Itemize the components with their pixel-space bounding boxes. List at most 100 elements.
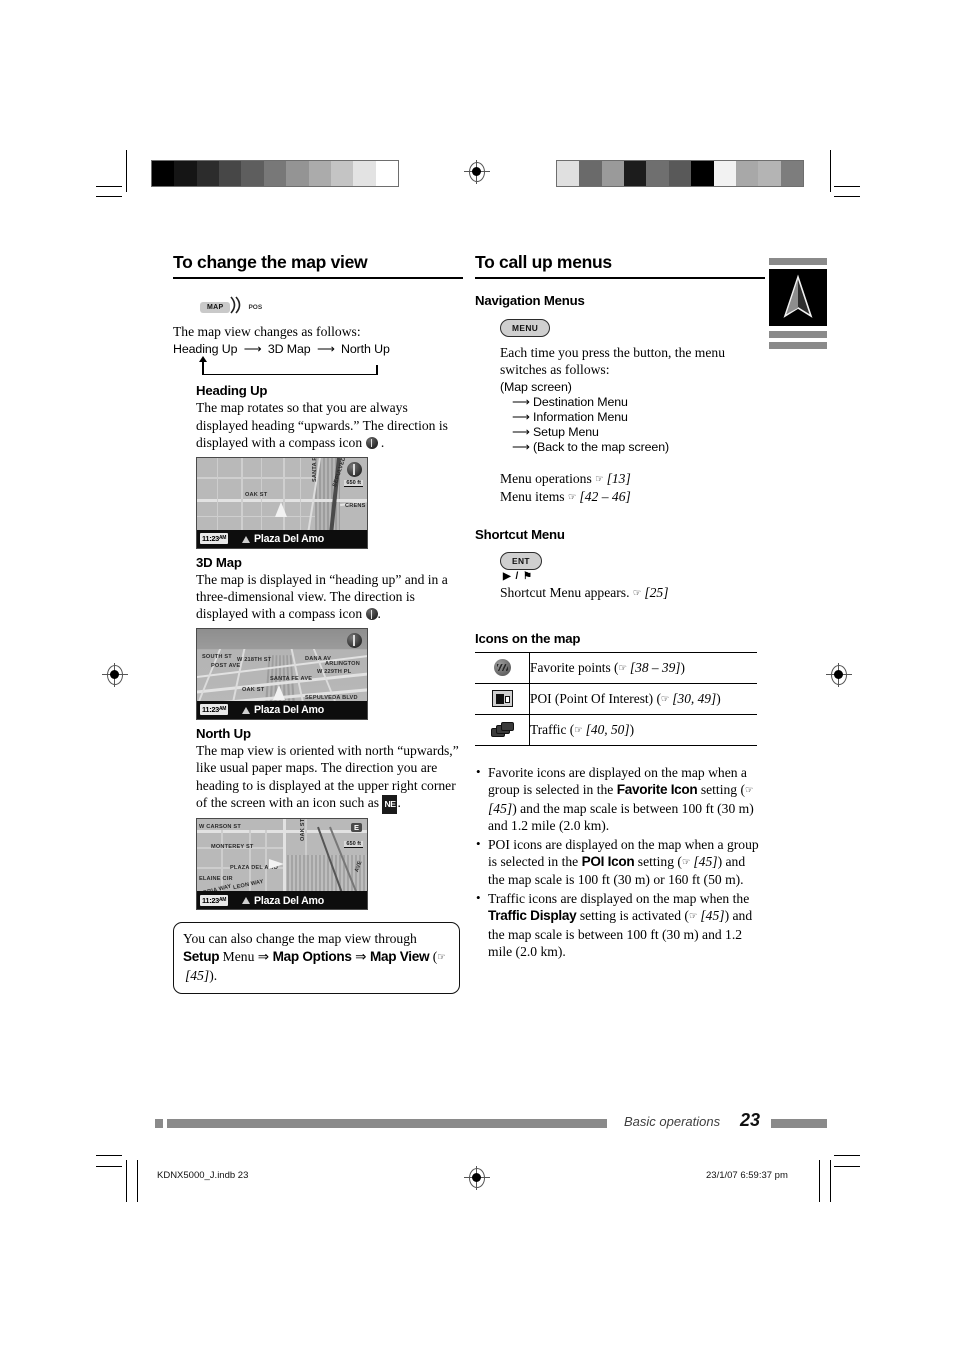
map-view-label: Map View (366, 949, 430, 965)
section-title-heading-up: Heading Up (196, 383, 268, 399)
note-box-text: You can also change the map view through… (183, 931, 446, 984)
street-label: ELAINE CIR (199, 876, 233, 883)
section-body-3d-map: The map is displayed in “heading up” and… (196, 571, 448, 622)
pointing-hand-icon: ☞ (681, 857, 691, 869)
crop-mark-bottom-left-v (126, 1160, 128, 1202)
registration-mark-bottom (464, 1166, 490, 1190)
calibration-patch (174, 161, 197, 186)
calibration-patch (263, 161, 287, 186)
icon-cell (475, 683, 530, 716)
calibration-patch (308, 161, 331, 186)
nav-menu-step: ⟶ Destination Menu (512, 394, 628, 409)
page-reference: [13] (606, 470, 631, 486)
vehicle-position-marker (275, 501, 287, 517)
footer-slug-right: 23/1/07 6:59:37 pm (706, 1170, 788, 1181)
nav-menu-step: ⟶ Setup Menu (512, 424, 599, 439)
nav-menus-intro: Each time you press the button, the menu… (500, 345, 726, 378)
calibration-patch (758, 161, 781, 186)
step-arrow: ⟶ (512, 439, 530, 454)
crop-mark-top-right-h2 (834, 196, 860, 198)
setup-menu-label: Setup (183, 949, 220, 965)
vehicle-position-marker (273, 684, 285, 700)
page-reference: [42 – 46] (579, 489, 631, 505)
manual-page: To change the map view MAP POS The map v… (0, 0, 954, 1351)
crop-mark-bottom-left-h2 (96, 1166, 122, 1168)
table-row: Favorite points (☞ [38 – 39]) (475, 652, 757, 685)
pointing-hand-icon: ☞ (660, 694, 670, 706)
registration-mark-right (826, 663, 852, 687)
icon-description-cell: Favorite points (☞ [38 – 39]) (529, 652, 757, 685)
street-label: SANTA FE AVE (312, 456, 318, 482)
street-label: MONTEREY ST (211, 844, 254, 851)
page-title-right: To call up menus (475, 252, 765, 279)
calibration-patch (735, 161, 759, 186)
menu-button-row: MENU (500, 318, 765, 337)
street-label: OAK ST (242, 686, 265, 693)
map-view-flow: Heading Up ⟶ 3D Map ⟶ North Up (173, 341, 463, 356)
crop-mark-top-left-v (126, 150, 128, 192)
calibration-patch (624, 161, 647, 186)
page-reference: [38 – 39] (629, 660, 681, 676)
nav-menus-map-screen: (Map screen) (500, 379, 572, 394)
section-body-north-up: The map view is oriented with north “upw… (196, 742, 463, 815)
registration-mark-left (102, 663, 128, 687)
page-number: 23 (740, 1110, 761, 1130)
flow-item-3d-map: 3D Map (267, 342, 311, 357)
calibration-patch (780, 161, 803, 186)
menu-button[interactable]: MENU (500, 319, 551, 337)
page-reference: [40, 50] (585, 722, 630, 738)
list-item: POI icons are displayed on the map when … (475, 835, 759, 889)
section-title-3d-map: 3D Map (196, 554, 242, 570)
crop-mark-bottom-left-v2 (137, 1160, 139, 1202)
menu-operations-ref: Menu operations ☞ [13] (500, 470, 631, 486)
page-reference: [45] (700, 908, 725, 924)
step-arrow: ⟶ (512, 424, 530, 439)
compass-icon (347, 461, 362, 477)
poi-gas-station-icon (491, 690, 513, 708)
page-reference: [45] (693, 854, 718, 870)
footer-section-label: Basic operations (624, 1114, 721, 1129)
direction-badge: E (350, 823, 362, 833)
crop-mark-top-right-h (834, 186, 860, 188)
map-screenshot-3d: SOUTH ST W 218TH ST DANA AV POST AVE ARL… (196, 627, 368, 720)
traffic-display-setting-label: Traffic Display (488, 908, 577, 924)
calibration-patch (668, 161, 692, 186)
section-title-navigation-menus: Navigation Menus (475, 293, 585, 308)
signal-arcs-icon (229, 295, 246, 320)
arrow-glyph: ⇒ (257, 949, 270, 965)
calibration-patch (152, 161, 175, 186)
note-box-map-view: You can also change the map view through… (173, 922, 460, 995)
map-button-row: MAP POS (200, 295, 463, 317)
pos-label: POS (248, 304, 263, 311)
calibration-patch (196, 161, 220, 186)
table-row: Traffic (☞ [40, 50]) (475, 714, 757, 747)
thumb-tab-bar-bottom (769, 342, 827, 349)
street-label: W 229TH PL (317, 668, 352, 675)
section-body-heading-up: The map rotates so that you are always d… (196, 400, 448, 451)
calibration-patch (375, 161, 398, 186)
ent-button[interactable]: ENT (500, 551, 542, 570)
icon-display-notes: Favorite icons are displayed on the map … (475, 763, 759, 960)
calibration-patch (691, 161, 714, 186)
table-row: POI (Point Of Interest) (☞ [30, 49]) (475, 683, 757, 716)
calibration-patch (601, 161, 625, 186)
page-title-left: To change the map view (173, 252, 463, 279)
map-options-label: Map Options (269, 949, 356, 965)
pointing-hand-icon: ☞ (745, 785, 754, 797)
right-column: To call up menus Navigation Menus MENU E… (475, 252, 765, 962)
compass-icon (365, 608, 378, 621)
calibration-patch (241, 161, 264, 186)
map-place-name: Plaza Del Amo (254, 704, 325, 717)
page-reference: [25] (644, 584, 669, 600)
traffic-icon (491, 722, 514, 738)
section-3d-map: 3D Map The map is displayed in “heading … (196, 555, 463, 720)
status-triangle-icon (242, 897, 250, 905)
map-button[interactable]: MAP (200, 302, 231, 313)
calibration-strip-left (151, 160, 399, 187)
section-title-icons-on-map: Icons on the map (475, 631, 581, 647)
flow-item-heading-up: Heading Up (173, 342, 238, 357)
crop-mark-bottom-right-h2 (834, 1166, 860, 1168)
pointing-hand-icon: ☞ (574, 725, 583, 737)
favorite-point-icon (493, 659, 511, 677)
map-screenshot-north-up: W CARSON ST MONTEREY ST PLAZA DEL AMO EL… (196, 818, 368, 911)
